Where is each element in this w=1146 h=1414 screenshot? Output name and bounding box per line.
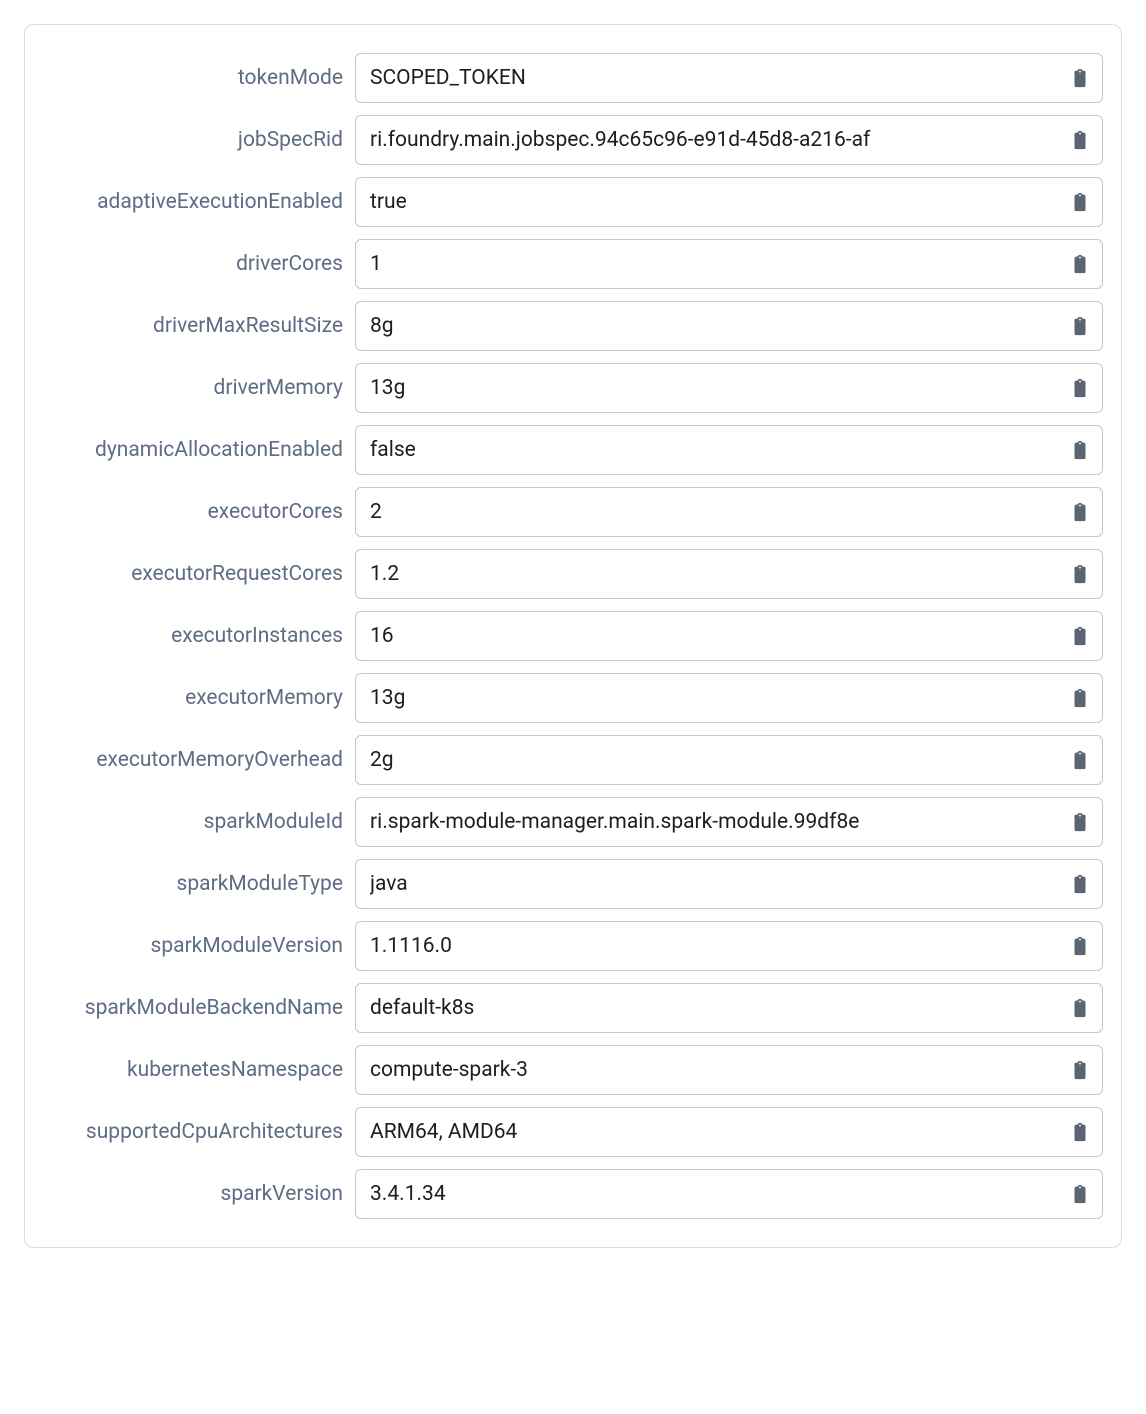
row-sparkModuleVersion: sparkModuleVersion 1.1116.0	[43, 915, 1103, 977]
clipboard-icon[interactable]	[1066, 929, 1094, 963]
label-tokenMode: tokenMode	[43, 66, 343, 90]
value-dynamicAllocationEnabled: false	[370, 438, 1066, 462]
value-executorCores: 2	[370, 500, 1066, 524]
clipboard-icon[interactable]	[1066, 1177, 1094, 1211]
value-tokenMode: SCOPED_TOKEN	[370, 66, 1066, 90]
properties-panel: tokenMode SCOPED_TOKEN jobSpecRid ri.fou…	[24, 24, 1122, 1248]
label-executorMemoryOverhead: executorMemoryOverhead	[43, 748, 343, 772]
row-supportedCpuArchitectures: supportedCpuArchitectures ARM64, AMD64	[43, 1101, 1103, 1163]
clipboard-icon[interactable]	[1066, 61, 1094, 95]
label-jobSpecRid: jobSpecRid	[43, 128, 343, 152]
row-sparkModuleId: sparkModuleId ri.spark-module-manager.ma…	[43, 791, 1103, 853]
label-adaptiveExecutionEnabled: adaptiveExecutionEnabled	[43, 190, 343, 214]
label-supportedCpuArchitectures: supportedCpuArchitectures	[43, 1120, 343, 1144]
row-sparkModuleBackendName: sparkModuleBackendName default-k8s	[43, 977, 1103, 1039]
row-executorMemoryOverhead: executorMemoryOverhead 2g	[43, 729, 1103, 791]
clipboard-icon[interactable]	[1066, 309, 1094, 343]
clipboard-icon[interactable]	[1066, 619, 1094, 653]
row-executorMemory: executorMemory 13g	[43, 667, 1103, 729]
value-sparkVersion: 3.4.1.34	[370, 1182, 1066, 1206]
row-jobSpecRid: jobSpecRid ri.foundry.main.jobspec.94c65…	[43, 109, 1103, 171]
field-sparkModuleVersion[interactable]: 1.1116.0	[355, 921, 1103, 971]
clipboard-icon[interactable]	[1066, 185, 1094, 219]
row-executorInstances: executorInstances 16	[43, 605, 1103, 667]
value-driverMemory: 13g	[370, 376, 1066, 400]
label-kubernetesNamespace: kubernetesNamespace	[43, 1058, 343, 1082]
value-executorMemoryOverhead: 2g	[370, 748, 1066, 772]
row-executorRequestCores: executorRequestCores 1.2	[43, 543, 1103, 605]
clipboard-icon[interactable]	[1066, 557, 1094, 591]
row-driverMemory: driverMemory 13g	[43, 357, 1103, 419]
label-sparkModuleType: sparkModuleType	[43, 872, 343, 896]
row-kubernetesNamespace: kubernetesNamespace compute-spark-3	[43, 1039, 1103, 1101]
label-executorCores: executorCores	[43, 500, 343, 524]
field-supportedCpuArchitectures[interactable]: ARM64, AMD64	[355, 1107, 1103, 1157]
label-driverMaxResultSize: driverMaxResultSize	[43, 314, 343, 338]
clipboard-icon[interactable]	[1066, 805, 1094, 839]
field-adaptiveExecutionEnabled[interactable]: true	[355, 177, 1103, 227]
clipboard-icon[interactable]	[1066, 123, 1094, 157]
row-tokenMode: tokenMode SCOPED_TOKEN	[43, 47, 1103, 109]
clipboard-icon[interactable]	[1066, 247, 1094, 281]
value-sparkModuleVersion: 1.1116.0	[370, 934, 1066, 958]
field-dynamicAllocationEnabled[interactable]: false	[355, 425, 1103, 475]
label-sparkModuleVersion: sparkModuleVersion	[43, 934, 343, 958]
label-driverCores: driverCores	[43, 252, 343, 276]
clipboard-icon[interactable]	[1066, 743, 1094, 777]
field-executorInstances[interactable]: 16	[355, 611, 1103, 661]
row-dynamicAllocationEnabled: dynamicAllocationEnabled false	[43, 419, 1103, 481]
row-executorCores: executorCores 2	[43, 481, 1103, 543]
field-sparkVersion[interactable]: 3.4.1.34	[355, 1169, 1103, 1219]
label-dynamicAllocationEnabled: dynamicAllocationEnabled	[43, 438, 343, 462]
value-sparkModuleBackendName: default-k8s	[370, 996, 1066, 1020]
label-driverMemory: driverMemory	[43, 376, 343, 400]
clipboard-icon[interactable]	[1066, 991, 1094, 1025]
label-sparkModuleBackendName: sparkModuleBackendName	[43, 996, 343, 1020]
label-sparkVersion: sparkVersion	[43, 1182, 343, 1206]
value-sparkModuleType: java	[370, 872, 1066, 896]
value-kubernetesNamespace: compute-spark-3	[370, 1058, 1066, 1082]
field-sparkModuleId[interactable]: ri.spark-module-manager.main.spark-modul…	[355, 797, 1103, 847]
value-supportedCpuArchitectures: ARM64, AMD64	[370, 1120, 1066, 1144]
field-driverCores[interactable]: 1	[355, 239, 1103, 289]
row-driverMaxResultSize: driverMaxResultSize 8g	[43, 295, 1103, 357]
row-sparkModuleType: sparkModuleType java	[43, 853, 1103, 915]
value-adaptiveExecutionEnabled: true	[370, 190, 1066, 214]
clipboard-icon[interactable]	[1066, 867, 1094, 901]
clipboard-icon[interactable]	[1066, 681, 1094, 715]
clipboard-icon[interactable]	[1066, 371, 1094, 405]
row-sparkVersion: sparkVersion 3.4.1.34	[43, 1163, 1103, 1225]
field-sparkModuleBackendName[interactable]: default-k8s	[355, 983, 1103, 1033]
row-driverCores: driverCores 1	[43, 233, 1103, 295]
value-executorInstances: 16	[370, 624, 1066, 648]
value-driverCores: 1	[370, 252, 1066, 276]
value-sparkModuleId: ri.spark-module-manager.main.spark-modul…	[370, 810, 1066, 834]
clipboard-icon[interactable]	[1066, 433, 1094, 467]
field-executorCores[interactable]: 2	[355, 487, 1103, 537]
label-sparkModuleId: sparkModuleId	[43, 810, 343, 834]
clipboard-icon[interactable]	[1066, 1115, 1094, 1149]
field-executorMemory[interactable]: 13g	[355, 673, 1103, 723]
field-jobSpecRid[interactable]: ri.foundry.main.jobspec.94c65c96-e91d-45…	[355, 115, 1103, 165]
field-executorMemoryOverhead[interactable]: 2g	[355, 735, 1103, 785]
field-tokenMode[interactable]: SCOPED_TOKEN	[355, 53, 1103, 103]
field-executorRequestCores[interactable]: 1.2	[355, 549, 1103, 599]
field-sparkModuleType[interactable]: java	[355, 859, 1103, 909]
label-executorInstances: executorInstances	[43, 624, 343, 648]
value-executorMemory: 13g	[370, 686, 1066, 710]
label-executorRequestCores: executorRequestCores	[43, 562, 343, 586]
row-adaptiveExecutionEnabled: adaptiveExecutionEnabled true	[43, 171, 1103, 233]
field-driverMemory[interactable]: 13g	[355, 363, 1103, 413]
field-kubernetesNamespace[interactable]: compute-spark-3	[355, 1045, 1103, 1095]
label-executorMemory: executorMemory	[43, 686, 343, 710]
clipboard-icon[interactable]	[1066, 1053, 1094, 1087]
value-driverMaxResultSize: 8g	[370, 314, 1066, 338]
clipboard-icon[interactable]	[1066, 495, 1094, 529]
value-jobSpecRid: ri.foundry.main.jobspec.94c65c96-e91d-45…	[370, 128, 1066, 152]
value-executorRequestCores: 1.2	[370, 562, 1066, 586]
field-driverMaxResultSize[interactable]: 8g	[355, 301, 1103, 351]
